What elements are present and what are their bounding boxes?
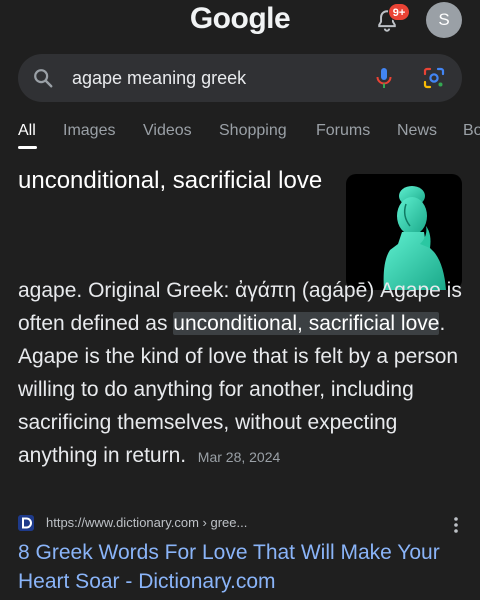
tab-shopping[interactable]: Shopping (219, 122, 287, 140)
google-lens-icon[interactable] (422, 66, 446, 90)
tab-images[interactable]: Images (63, 122, 115, 140)
active-tab-indicator (18, 146, 37, 149)
result-url[interactable]: https://www.dictionary.com › gree... (46, 515, 247, 530)
notification-badge: 9+ (388, 3, 410, 21)
statue-image (383, 186, 446, 290)
result-source[interactable]: https://www.dictionary.com › gree... (18, 512, 462, 534)
snippet-highlight: unconditional, sacrificial love (173, 312, 440, 335)
more-vertical-icon[interactable] (450, 516, 462, 534)
avatar[interactable]: S (426, 2, 462, 38)
featured-snippet-text: agape. Original Greek: ἀγάπη (agápē) Aga… (18, 274, 463, 474)
tab-forums[interactable]: Forums (316, 122, 370, 140)
tab-books[interactable]: Bo (463, 122, 480, 140)
tab-news[interactable]: News (397, 122, 437, 140)
featured-snippet-title: unconditional, sacrificial love (18, 167, 323, 194)
search-tabs: All Images Videos Shopping Forums News B… (0, 118, 480, 152)
featured-thumbnail[interactable] (346, 174, 462, 290)
top-bar: Google 9+ S (0, 0, 480, 48)
snippet-date: Mar 28, 2024 (197, 449, 281, 465)
result-title-link[interactable]: 8 Greek Words For Love That Will Make Yo… (18, 538, 468, 596)
search-icon (34, 69, 53, 88)
dictionary-favicon-icon (18, 515, 34, 531)
snippet-text-after: . Agape is the kind of love that is felt… (18, 312, 459, 467)
search-bar[interactable]: agape meaning greek (18, 54, 462, 102)
tab-videos[interactable]: Videos (143, 122, 192, 140)
microphone-icon[interactable] (372, 66, 396, 90)
search-input[interactable]: agape meaning greek (72, 68, 246, 89)
tab-all[interactable]: All (18, 122, 36, 140)
